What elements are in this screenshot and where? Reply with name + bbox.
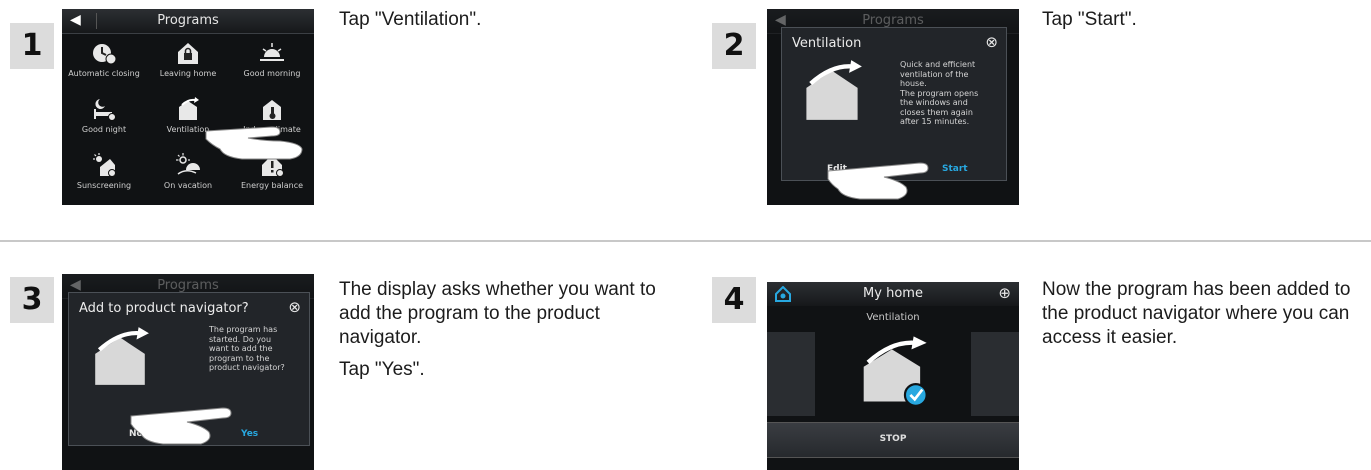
side-panel-right — [971, 332, 1019, 416]
pointing-hand-icon — [827, 162, 929, 200]
programs-topbar: ◀ Programs — [62, 9, 314, 34]
active-program-label: Ventilation — [866, 312, 920, 323]
program-label: Good night — [81, 125, 127, 134]
step-number-1: 1 — [10, 23, 54, 69]
house-ventilation-icon — [806, 60, 862, 120]
program-label: Automatic closing — [68, 69, 140, 78]
step-4-instruction: Now the program has been added to the pr… — [1042, 279, 1351, 348]
home-topbar: My home ⊕ — [767, 282, 1019, 306]
screen-title: Programs — [862, 13, 924, 28]
dialog-title: Add to product navigator? — [79, 301, 249, 316]
house-ventilation-icon — [179, 97, 199, 120]
step-number-3: 3 — [10, 277, 54, 323]
close-icon[interactable]: ⊗ — [288, 298, 301, 316]
screen-title: Programs — [157, 13, 219, 28]
screen-title: Programs — [157, 278, 219, 293]
screen-title: My home — [863, 286, 923, 301]
moon-bed-icon — [94, 99, 116, 121]
stop-button[interactable]: STOP — [767, 434, 1019, 444]
sun-house-icon — [93, 153, 116, 177]
pointing-hand-icon — [205, 126, 303, 160]
program-label: Good morning — [243, 69, 301, 78]
ventilation-dialog-screen: ◀ Programs Ventilation ⊗ Quick and effic… — [767, 9, 1019, 205]
program-automatic-closing[interactable]: Automatic closing — [62, 35, 146, 91]
my-home-screen: My home ⊕ Ventilation STOP — [767, 282, 1019, 470]
dialog-description: The program has started. Do you want to … — [209, 325, 285, 372]
step-3-instruction: The display asks whether you want to add… — [339, 278, 659, 390]
program-label: Energy balance — [240, 181, 304, 190]
close-icon[interactable]: ⊗ — [985, 33, 998, 51]
section-divider — [0, 240, 1371, 242]
sun-umbrella-icon — [176, 153, 200, 175]
program-label: Leaving home — [159, 69, 217, 78]
add-icon[interactable]: ⊕ — [998, 284, 1011, 302]
yes-button[interactable]: Yes — [241, 429, 258, 439]
step-number-2: 2 — [712, 23, 756, 69]
program-leaving-home[interactable]: Leaving home — [146, 35, 230, 91]
program-good-night[interactable]: Good night — [62, 91, 146, 147]
step-3-question: The display asks whether you want to add… — [339, 279, 656, 348]
add-navigator-dialog-screen: ◀ Programs Add to product navigator? ⊗ T… — [62, 274, 314, 470]
step-1-instruction: Tap "Ventilation". — [339, 9, 482, 30]
sunrise-icon — [260, 43, 284, 61]
pointing-hand-icon — [130, 407, 232, 445]
step-number-4: 4 — [712, 277, 756, 323]
dialog-title: Ventilation — [792, 36, 862, 51]
house-ventilation-icon[interactable] — [855, 332, 931, 408]
programs-screen: ◀ Programs Automatic closing Leaving hom… — [62, 9, 314, 205]
auto-close-icon — [93, 44, 116, 65]
start-button[interactable]: Start — [942, 164, 968, 174]
program-sunscreening[interactable]: Sunscreening — [62, 147, 146, 203]
house-lock-icon — [178, 43, 198, 64]
step-3-action: Tap "Yes". — [339, 359, 425, 380]
program-good-morning[interactable]: Good morning — [230, 35, 314, 91]
stop-bar: STOP — [767, 422, 1019, 458]
program-label: Sunscreening — [76, 181, 132, 190]
dialog-description: Quick and efficient ventilation of the h… — [900, 60, 979, 126]
program-label: On vacation — [163, 181, 213, 190]
house-ventilation-icon — [95, 327, 149, 385]
step-2-instruction: Tap "Start". — [1042, 9, 1137, 30]
side-panel-left — [767, 332, 815, 416]
